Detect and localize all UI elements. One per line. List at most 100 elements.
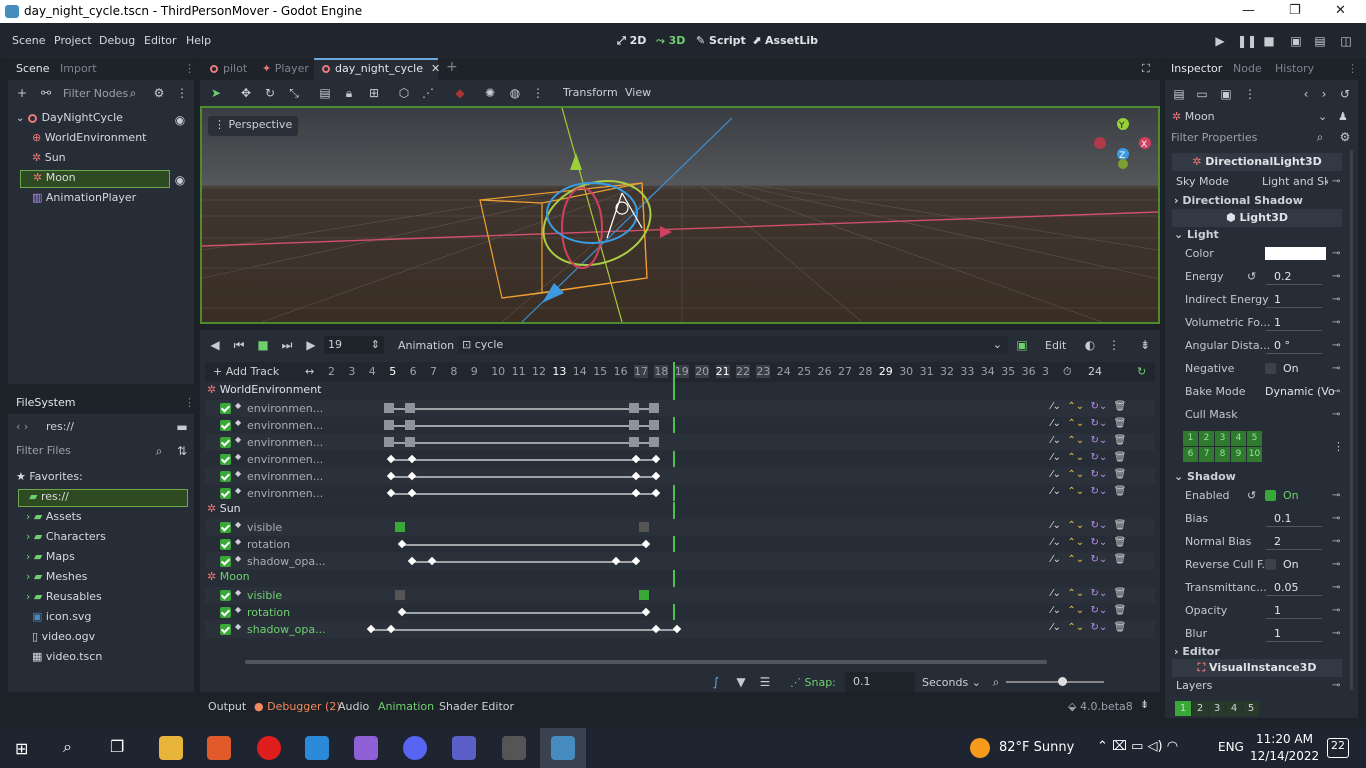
tab-output[interactable]: Output	[208, 700, 246, 713]
anim-track-row[interactable]: ◆ environmen... ⁄⌄ ⌃⌄ ↻⌄ 🗑︎	[205, 434, 1155, 451]
layer-bit[interactable]: 4	[1226, 701, 1242, 716]
tree-node-animationplayer[interactable]: ▥ AnimationPlayer	[32, 191, 136, 209]
prop-value[interactable]: 1	[1274, 627, 1281, 640]
slider-track[interactable]	[1266, 641, 1322, 642]
section-directional-shadow[interactable]: › Directional Shadow	[1174, 194, 1303, 207]
camera-preview-icon[interactable]: ◆	[452, 85, 468, 101]
zoom-slider[interactable]	[1006, 681, 1104, 683]
cull-mask-bit[interactable]: 4	[1231, 431, 1246, 446]
fullscreen-icon[interactable]: ⛶	[1142, 62, 1150, 76]
track-enabled-checkbox[interactable]	[220, 437, 231, 448]
layer-bit[interactable]: 5	[1243, 701, 1259, 716]
back-icon[interactable]: ‹	[1298, 86, 1314, 102]
mode-3d-button[interactable]: ⤳ 3D	[656, 34, 685, 48]
keyframe-icon[interactable]: ⊸	[1332, 605, 1340, 616]
keyframe-icon[interactable]: ⊸	[1332, 271, 1340, 282]
track-enabled-checkbox[interactable]	[220, 522, 231, 533]
prop-value[interactable]: 0 °	[1274, 339, 1290, 352]
keyframe[interactable]	[649, 403, 659, 413]
fs-item-characters[interactable]: › ▰ Characters	[26, 530, 106, 548]
keyframe-icon[interactable]: ⊸	[1332, 559, 1340, 570]
weather-text[interactable]: 82°F Sunny	[999, 740, 1074, 755]
keyframe[interactable]	[407, 488, 417, 498]
keyframe[interactable]	[395, 590, 405, 600]
track-enabled-checkbox[interactable]	[220, 624, 231, 635]
slider-track[interactable]	[1266, 353, 1322, 354]
sun-preview-icon[interactable]: ✺	[482, 85, 498, 101]
vscode-icon[interactable]	[305, 736, 329, 760]
language-indicator[interactable]: ENG	[1218, 740, 1244, 754]
menu-editor[interactable]: Editor	[144, 34, 177, 47]
prop-value[interactable]: On	[1283, 558, 1299, 571]
play-anim-icon[interactable]: ▶	[303, 337, 319, 353]
dock-menu-icon[interactable]: ⋮	[184, 62, 195, 75]
keyframe-icon[interactable]: ⊸	[1332, 409, 1340, 420]
anim-track-row[interactable]: ◆ environmen... ⁄⌄ ⌃⌄ ↻⌄ 🗑︎	[205, 400, 1155, 417]
anim-track-row[interactable]: ◆ rotation ⁄⌄ ⌃⌄ ↻⌄ 🗑︎	[205, 536, 1155, 553]
autoplay-icon[interactable]: ▣	[1014, 337, 1030, 353]
time-unit-select[interactable]: Seconds ⌄	[922, 676, 981, 689]
stop-icon[interactable]: ■	[1261, 33, 1277, 49]
track-controls[interactable]: ⁄⌄ ⌃⌄ ↻⌄ 🗑︎	[1051, 435, 1126, 446]
inspected-node[interactable]: ✲ Moon	[1172, 110, 1215, 123]
fs-item-root[interactable]: ▰ res://	[18, 489, 188, 507]
windows-start-icon[interactable]: ⊞	[15, 739, 28, 758]
tree-node-sun[interactable]: ✲ Sun	[32, 151, 66, 169]
section-light[interactable]: ⌄ Light	[1174, 228, 1219, 241]
new-resource-icon[interactable]: ▤	[1171, 86, 1187, 102]
fs-item-icon-svg[interactable]: ▣ icon.svg	[32, 610, 91, 628]
keyframe[interactable]	[629, 420, 639, 430]
keyframe[interactable]	[611, 556, 621, 566]
local-space-icon[interactable]: ⬡	[396, 85, 412, 101]
close-tab-icon[interactable]: ✕	[431, 62, 440, 75]
fs-item-assets[interactable]: › ▰ Assets	[26, 510, 82, 528]
forward-icon[interactable]: ›	[1316, 86, 1332, 102]
keyframe[interactable]	[631, 471, 641, 481]
animation-selector[interactable]: ⊡ cycle ⌄	[458, 336, 1008, 354]
keyframe[interactable]	[405, 403, 415, 413]
keyframe[interactable]	[407, 471, 417, 481]
keyframe[interactable]	[651, 454, 661, 464]
environment-preview-icon[interactable]: ◍	[507, 85, 523, 101]
sky-mode-select[interactable]: Light and Sky	[1262, 175, 1328, 188]
color-swatch[interactable]	[1265, 247, 1326, 260]
add-track-button[interactable]: + Add Track	[213, 365, 279, 378]
track-enabled-checkbox[interactable]	[220, 403, 231, 414]
file-explorer-icon[interactable]	[159, 736, 183, 760]
restore-button[interactable]: ❐	[1289, 3, 1301, 18]
keyframe[interactable]	[386, 454, 396, 464]
anim-track-row[interactable]: ◆ environmen... ⁄⌄ ⌃⌄ ↻⌄ 🗑︎	[205, 485, 1155, 502]
stop-anim-icon[interactable]: ■	[255, 337, 271, 353]
open-resource-icon[interactable]: ▭	[1194, 86, 1210, 102]
track-controls[interactable]: ⁄⌄ ⌃⌄ ↻⌄ 🗑︎	[1051, 605, 1126, 616]
keyframe-icon[interactable]: ⊸	[1332, 294, 1340, 305]
slider-track[interactable]	[1266, 307, 1322, 308]
bezier-icon[interactable]: ∫	[708, 674, 724, 690]
layers-grid[interactable]: 12345	[1175, 701, 1265, 716]
fs-item-reusables[interactable]: › ▰ Reusables	[26, 590, 102, 608]
cull-mask-bit[interactable]: 1	[1183, 431, 1198, 446]
slider-track[interactable]	[1266, 330, 1322, 331]
cull-mask-bit[interactable]: 8	[1215, 447, 1230, 462]
play-backwards-icon[interactable]: ◀	[207, 337, 223, 353]
cull-mask-bit[interactable]: 3	[1215, 431, 1230, 446]
keyframe[interactable]	[405, 437, 415, 447]
close-window-button[interactable]: ✕	[1335, 3, 1346, 18]
play-custom-icon[interactable]: ▤	[1312, 33, 1328, 49]
snap-input[interactable]: 0.1	[845, 672, 915, 692]
add-node-icon[interactable]: +	[14, 85, 30, 101]
list-select-icon[interactable]: ▤	[317, 85, 333, 101]
brave-browser-icon[interactable]	[207, 736, 231, 760]
fs-item-meshes[interactable]: › ▰ Meshes	[26, 570, 87, 588]
keyframe[interactable]	[629, 437, 639, 447]
track-controls[interactable]: ⁄⌄ ⌃⌄ ↻⌄ 🗑︎	[1051, 418, 1126, 429]
scene-menu-icon[interactable]: ⋮	[174, 85, 190, 101]
prop-value[interactable]: 0.1	[1274, 512, 1292, 525]
menu-transform[interactable]: Transform	[563, 86, 618, 99]
keyframe-icon[interactable]: ⊸	[1332, 317, 1340, 328]
path-field[interactable]: res://	[46, 420, 74, 433]
discord-icon[interactable]	[403, 736, 427, 760]
cull-mask-grid[interactable]: 1 2 3 4 5 6 7 8 9 10	[1183, 431, 1269, 463]
prop-value[interactable]: 1	[1274, 316, 1281, 329]
slider-track[interactable]	[1266, 595, 1322, 596]
